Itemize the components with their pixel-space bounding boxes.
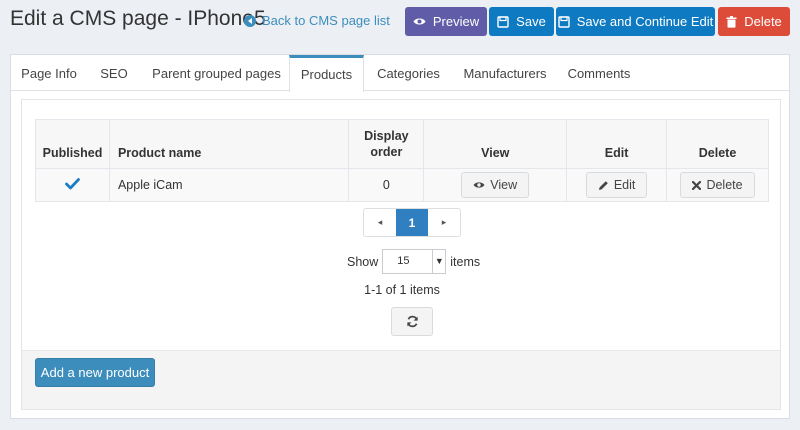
products-box: Published Product name Display order Vie…	[21, 99, 781, 410]
refresh-icon	[406, 315, 418, 328]
delete-cell: Delete	[666, 168, 769, 202]
pager-page-1[interactable]: 1	[396, 209, 428, 236]
trash-icon	[726, 15, 737, 28]
page-title: Edit a CMS page - IPhone5	[10, 7, 266, 30]
column-header-delete: Delete	[666, 119, 769, 169]
pager-prev-button[interactable]: ◂	[364, 209, 396, 236]
products-grid: Published Product name Display order Vie…	[35, 119, 769, 202]
preview-button[interactable]: Preview	[405, 7, 487, 36]
arrow-circle-left-icon	[244, 14, 256, 27]
save-continue-label: Save and Continue Edit	[576, 14, 714, 29]
eye-icon	[473, 182, 485, 188]
refresh-button[interactable]	[391, 307, 433, 336]
view-product-button[interactable]: View	[461, 172, 530, 198]
floppy-disk-icon	[557, 15, 570, 28]
column-header-view: View	[423, 119, 568, 169]
column-header-product-name[interactable]: Product name	[108, 119, 350, 169]
tab-categories[interactable]: Categories	[371, 55, 446, 91]
save-and-continue-button[interactable]: Save and Continue Edit	[556, 7, 715, 36]
view-cell: View	[423, 168, 568, 202]
published-cell	[35, 168, 110, 202]
delete-page-button[interactable]: Delete	[718, 7, 790, 36]
display-order-cell: 0	[348, 168, 425, 202]
items-label: items	[450, 254, 481, 269]
edit-label: Edit	[613, 178, 636, 192]
page-size-value: 15	[397, 255, 410, 267]
edit-cell: Edit	[566, 168, 668, 202]
grid-header-row: Published Product name Display order Vie…	[35, 119, 769, 169]
tab-comments[interactable]: Comments	[563, 55, 635, 91]
tab-manufacturers[interactable]: Manufacturers	[454, 55, 556, 91]
tab-products[interactable]: Products	[289, 55, 364, 92]
pager-info: 1-1 of 1 items	[364, 283, 440, 297]
floppy-disk-icon	[497, 15, 509, 28]
page-size-row: Show 15 ▼ items	[347, 249, 480, 274]
edit-panel: Page Info SEO Parent grouped pages Produ…	[10, 54, 790, 419]
page-size-select[interactable]: 15 ▼	[382, 249, 447, 274]
checkmark-icon	[65, 177, 80, 189]
times-icon	[692, 180, 702, 190]
pagination: ◂ 1 ▸	[363, 208, 461, 237]
column-header-edit: Edit	[566, 119, 668, 169]
chevron-down-icon: ▼	[432, 250, 445, 273]
back-link-label: Back to CMS page list	[262, 13, 390, 28]
preview-label: Preview	[432, 14, 480, 29]
panel-footer: Add a new product	[22, 350, 780, 409]
tab-seo[interactable]: SEO	[89, 55, 139, 91]
pager-next-button[interactable]: ▸	[428, 209, 460, 236]
product-name-cell: Apple iCam	[108, 168, 350, 202]
tab-bar: Page Info SEO Parent grouped pages Produ…	[11, 55, 789, 92]
delete-row-label: Delete	[706, 178, 743, 192]
save-button[interactable]: Save	[489, 7, 554, 36]
eye-icon	[413, 18, 426, 25]
table-row: Apple iCam 0 View Edit Delete	[35, 168, 769, 202]
pencil-icon	[598, 180, 608, 190]
column-header-display-order[interactable]: Display order	[348, 119, 425, 169]
delete-label: Delete	[744, 14, 782, 29]
delete-product-button[interactable]: Delete	[680, 172, 755, 198]
show-label: Show	[347, 254, 379, 269]
save-label: Save	[516, 14, 546, 29]
tab-page-info[interactable]: Page Info	[14, 55, 84, 91]
back-to-list-link[interactable]: Back to CMS page list	[244, 13, 390, 28]
column-header-published[interactable]: Published	[35, 119, 110, 169]
view-label: View	[490, 178, 518, 192]
add-new-product-button[interactable]: Add a new product	[35, 358, 155, 387]
tab-parent-grouped-pages[interactable]: Parent grouped pages	[144, 55, 289, 91]
edit-product-button[interactable]: Edit	[585, 172, 648, 198]
